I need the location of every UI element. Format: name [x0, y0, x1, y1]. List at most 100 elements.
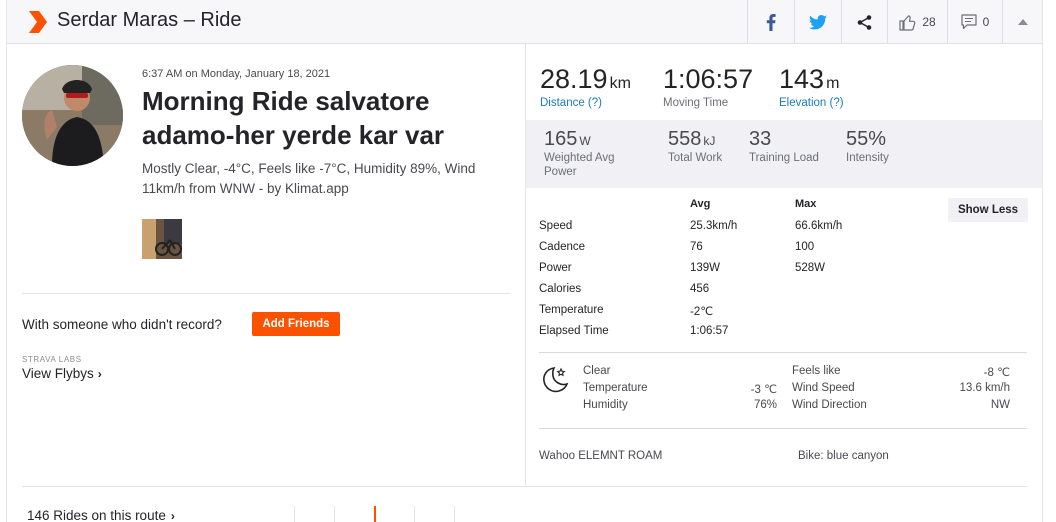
weather-temperature-label: Temperature: [583, 382, 648, 394]
stat-unit: km: [609, 75, 631, 92]
weather-feels-like-value: -8 ℃: [983, 367, 1010, 379]
route-chart-gridline: [334, 506, 335, 522]
stat-total-work: 558 kJ Total Work: [668, 128, 722, 165]
table-row-cadence: Cadence 76 100: [539, 241, 1029, 262]
weather-humidity-label: Humidity: [583, 399, 628, 411]
kudos-button[interactable]: 28: [887, 0, 947, 44]
weather-condition: Clear: [583, 365, 611, 377]
with-someone-label: With someone who didn't record?: [22, 317, 222, 332]
stat-value: 143: [779, 64, 825, 94]
stat-value: 28.19: [540, 64, 608, 94]
row-avg: 25.3km/h: [690, 220, 738, 232]
show-less-button[interactable]: Show Less: [948, 198, 1028, 222]
table-row-calories: Calories 456: [539, 283, 1029, 304]
row-label: Speed: [539, 220, 573, 232]
strava-labs-label: STRAVA LABS: [22, 355, 82, 364]
comment-count: 0: [982, 15, 990, 29]
stat-label-moving-time: Moving Time: [663, 97, 729, 109]
view-flybys-label: View Flybys: [22, 366, 94, 381]
stat-value: 55%: [846, 128, 887, 150]
activity-photo-thumbnail[interactable]: [142, 219, 182, 259]
stat-label: Intensity: [846, 152, 889, 164]
row-label: Elapsed Time: [539, 325, 609, 337]
chevron-up-icon: [1017, 19, 1028, 25]
row-avg: 456: [690, 283, 710, 295]
page-title: Serdar Maras – Ride: [57, 9, 242, 31]
primary-stats: 28.19 km Distance (?) 1:06:57 Moving Time…: [526, 44, 1042, 120]
row-avg: 139W: [690, 262, 721, 274]
weather-feels-like-label: Feels like: [792, 365, 841, 377]
row-max: 66.6km/h: [795, 220, 843, 232]
section-divider: [22, 486, 1027, 487]
activity-page: Serdar Maras – Ride 28 0 6:37 AM on Mond…: [6, 0, 1043, 522]
share-button[interactable]: [841, 0, 887, 44]
section-divider: [539, 428, 1027, 429]
twitter-icon: [809, 14, 827, 29]
comments-button[interactable]: 0: [947, 0, 1002, 44]
stat-elevation: 143 m Elevation (?): [779, 64, 844, 109]
weather-wind-speed-value: 13.6 km/h: [959, 382, 1011, 394]
section-divider: [22, 293, 510, 294]
photo-image: [142, 219, 182, 259]
section-divider: [539, 352, 1027, 353]
activity-name: Morning Ride salvatore adamo-her yerde k…: [142, 86, 445, 150]
row-label: Power: [539, 262, 572, 274]
athlete-photo: [22, 65, 123, 166]
column-header-avg: Avg: [690, 198, 711, 210]
share-icon: [857, 14, 872, 30]
view-flybys-link[interactable]: View Flybys ›: [22, 366, 102, 381]
row-max: 100: [795, 241, 815, 253]
stat-moving-time: 1:06:57 Moving Time: [663, 64, 755, 109]
stat-label-elevation[interactable]: Elevation (?): [779, 97, 844, 109]
activity-description: Mostly Clear, -4°C, Feels like -7°C, Hum…: [142, 161, 476, 196]
route-chart-gridline: [414, 506, 415, 522]
table-row-speed: Speed 25.3km/h 66.6km/h: [539, 220, 1029, 241]
athlete-avatar[interactable]: [22, 65, 123, 166]
stat-label: Weighted Avg Power: [544, 152, 615, 178]
stat-intensity: 55% Intensity: [846, 128, 889, 165]
chevron-right-icon: ›: [170, 509, 175, 522]
stat-weighted-avg-power: 165 W Weighted Avg Power: [544, 128, 639, 179]
row-avg: -2℃: [690, 306, 714, 318]
row-label: Calories: [539, 283, 582, 295]
table-row-power: Power 139W 528W: [539, 262, 1029, 283]
stat-unit: kJ: [703, 134, 716, 148]
twitter-share-button[interactable]: [794, 0, 841, 44]
weather-panel: Clear Temperature Humidity -3 ℃ 76% Feel…: [539, 364, 1027, 424]
activity-date: 6:37 AM on Monday, January 18, 2021: [142, 68, 331, 80]
table-row-temperature: Temperature -2℃: [539, 304, 1029, 325]
stat-unit: m: [826, 75, 840, 92]
add-friends-button[interactable]: Add Friends: [252, 312, 340, 336]
strava-logo-icon[interactable]: [27, 11, 49, 33]
column-header-max: Max: [795, 198, 817, 210]
chevron-right-icon: ›: [97, 367, 102, 381]
comment-icon: [961, 14, 977, 30]
weather-humidity-value: 76%: [753, 399, 777, 411]
stat-label: Total Work: [668, 152, 723, 164]
page-header: Serdar Maras – Ride 28 0: [7, 0, 1042, 44]
facebook-share-button[interactable]: [747, 0, 794, 44]
route-chart-marker: [374, 506, 376, 522]
stat-value: 558: [668, 128, 702, 150]
stat-unit: W: [579, 134, 591, 148]
facebook-icon: [766, 13, 776, 31]
stat-training-load: 33 Training Load: [749, 128, 819, 165]
weather-temperature-value: -3 ℃: [750, 384, 777, 396]
row-max: 528W: [795, 262, 826, 274]
row-label: Cadence: [539, 241, 586, 253]
weather-wind-direction-value: NW: [990, 399, 1010, 411]
bike-name[interactable]: Bike: blue canyon: [798, 450, 889, 462]
collapse-header-button[interactable]: [1002, 0, 1042, 44]
stat-distance: 28.19 km Distance (?): [540, 64, 631, 109]
row-avg: 1:06:57: [690, 325, 729, 337]
device-name: Wahoo ELEMNT ROAM: [539, 450, 663, 462]
rides-on-route-label: 146 Rides on this route: [27, 508, 166, 522]
kudos-count: 28: [922, 15, 936, 29]
weather-wind-direction-label: Wind Direction: [792, 399, 867, 411]
stat-label-distance[interactable]: Distance (?): [540, 97, 631, 109]
stat-value: 33: [749, 128, 772, 150]
rides-on-route-link[interactable]: 146 Rides on this route ›: [27, 508, 175, 522]
stat-value: 165: [544, 128, 578, 150]
weather-wind-speed-label: Wind Speed: [792, 382, 855, 394]
row-avg: 76: [690, 241, 703, 253]
